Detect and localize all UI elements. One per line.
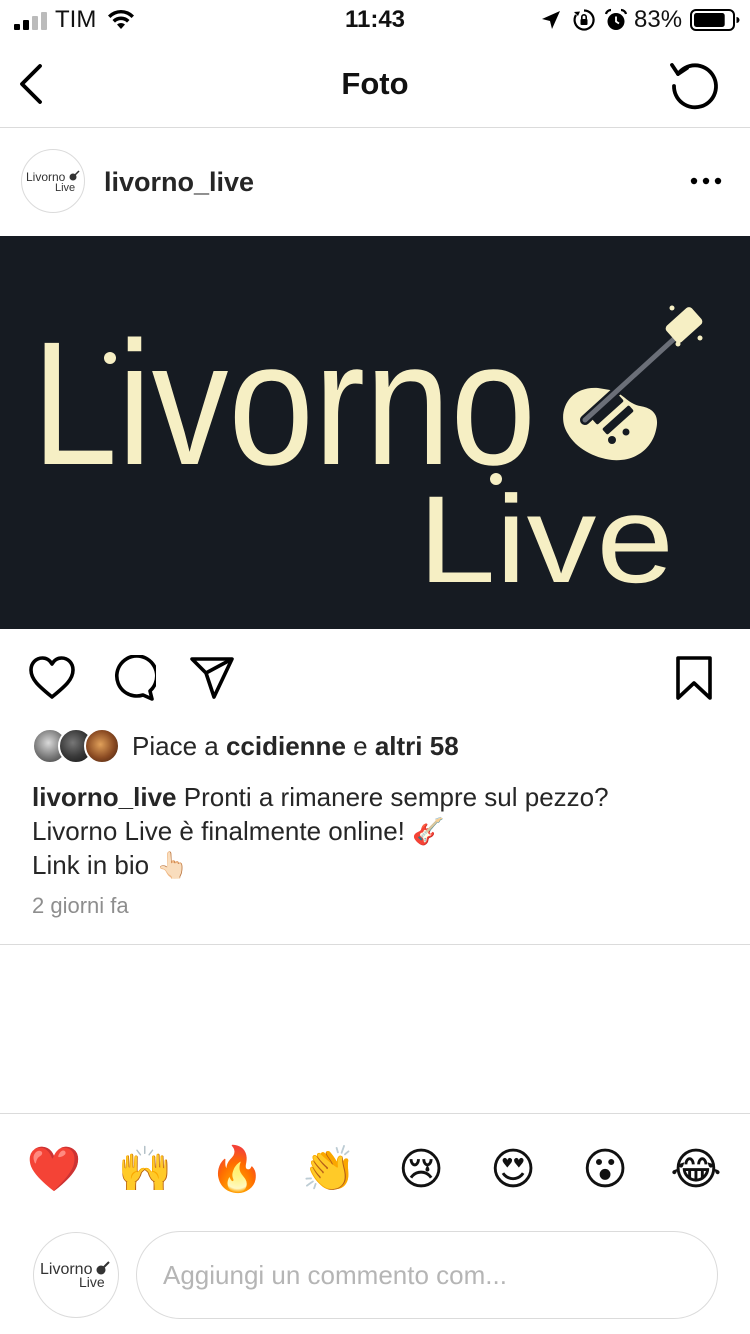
caption-line-1: Pronti a rimanere sempre sul pezzo? — [183, 782, 609, 812]
likes-others[interactable]: altri 58 — [375, 731, 459, 761]
share-icon[interactable] — [188, 655, 236, 701]
reaction-crying[interactable]: 😢 — [391, 1140, 451, 1200]
avatar[interactable]: Livorno Live — [21, 149, 85, 213]
status-bar: TIM 11:43 83% — [0, 0, 750, 42]
reaction-laughing[interactable]: 😂 — [666, 1140, 726, 1200]
livorno-live-logo: Livorno Live — [40, 1261, 110, 1290]
divider — [0, 1113, 750, 1114]
svg-text:Live: Live — [55, 182, 75, 194]
post-caption: livorno_live Pronti a rimanere sempre su… — [32, 780, 722, 882]
battery-percent: 83% — [634, 6, 683, 33]
comment-avatar: Livorno Live — [33, 1232, 119, 1318]
post-username[interactable]: livorno_live — [104, 167, 254, 198]
post-header: Livorno Live livorno_live — [0, 129, 750, 235]
likes-text: Piace a ccidienne e altri 58 — [132, 731, 459, 762]
livorno-live-logo-image: Livorno Live — [32, 305, 703, 609]
likes-prefix: Piace a — [132, 731, 219, 761]
caption-line-3: Link in bio 👆🏻 — [32, 850, 189, 880]
bookmark-icon[interactable] — [670, 655, 718, 701]
reaction-heart-eyes[interactable]: 😍 — [483, 1140, 543, 1200]
reaction-heart[interactable]: ❤️ — [24, 1140, 84, 1200]
likes-connector: e — [353, 731, 368, 761]
comment-icon[interactable] — [108, 655, 156, 701]
caption-username[interactable]: livorno_live — [32, 782, 177, 812]
page-title: Foto — [341, 66, 409, 101]
location-icon — [542, 11, 560, 29]
heart-icon[interactable] — [28, 655, 76, 701]
svg-text:Live: Live — [79, 1274, 105, 1290]
likes-row[interactable]: Piace a ccidienne e altri 58 — [32, 728, 732, 764]
reaction-surprised[interactable]: 😮 — [575, 1140, 635, 1200]
reaction-clap[interactable]: 👏 — [299, 1140, 359, 1200]
reaction-raised-hands[interactable]: 🙌 — [115, 1140, 175, 1200]
post-actions — [0, 629, 750, 725]
refresh-icon[interactable] — [668, 58, 720, 110]
post-image[interactable]: Livorno Live — [0, 236, 750, 629]
post-timestamp: 2 giorni fa — [32, 893, 129, 918]
livorno-live-logo: Livorno Live — [26, 170, 80, 194]
divider — [0, 944, 750, 945]
likes-user[interactable]: ccidienne — [226, 731, 346, 761]
nav-bar: Foto — [0, 42, 750, 128]
quick-reactions: ❤️ 🙌 🔥 👏 😢 😍 😮 😂 — [0, 1140, 750, 1200]
svg-text:Live: Live — [418, 471, 674, 609]
caption-line-2: Livorno Live è finalmente online! 🎸 — [32, 816, 445, 846]
battery-icon — [690, 9, 740, 31]
comment-input[interactable] — [136, 1231, 718, 1319]
orientation-lock-icon — [573, 9, 595, 31]
reaction-fire[interactable]: 🔥 — [207, 1140, 267, 1200]
guitar-icon — [563, 305, 703, 461]
liker-avatar — [84, 728, 120, 764]
alarm-icon — [604, 8, 628, 30]
more-options-icon[interactable] — [686, 169, 726, 193]
